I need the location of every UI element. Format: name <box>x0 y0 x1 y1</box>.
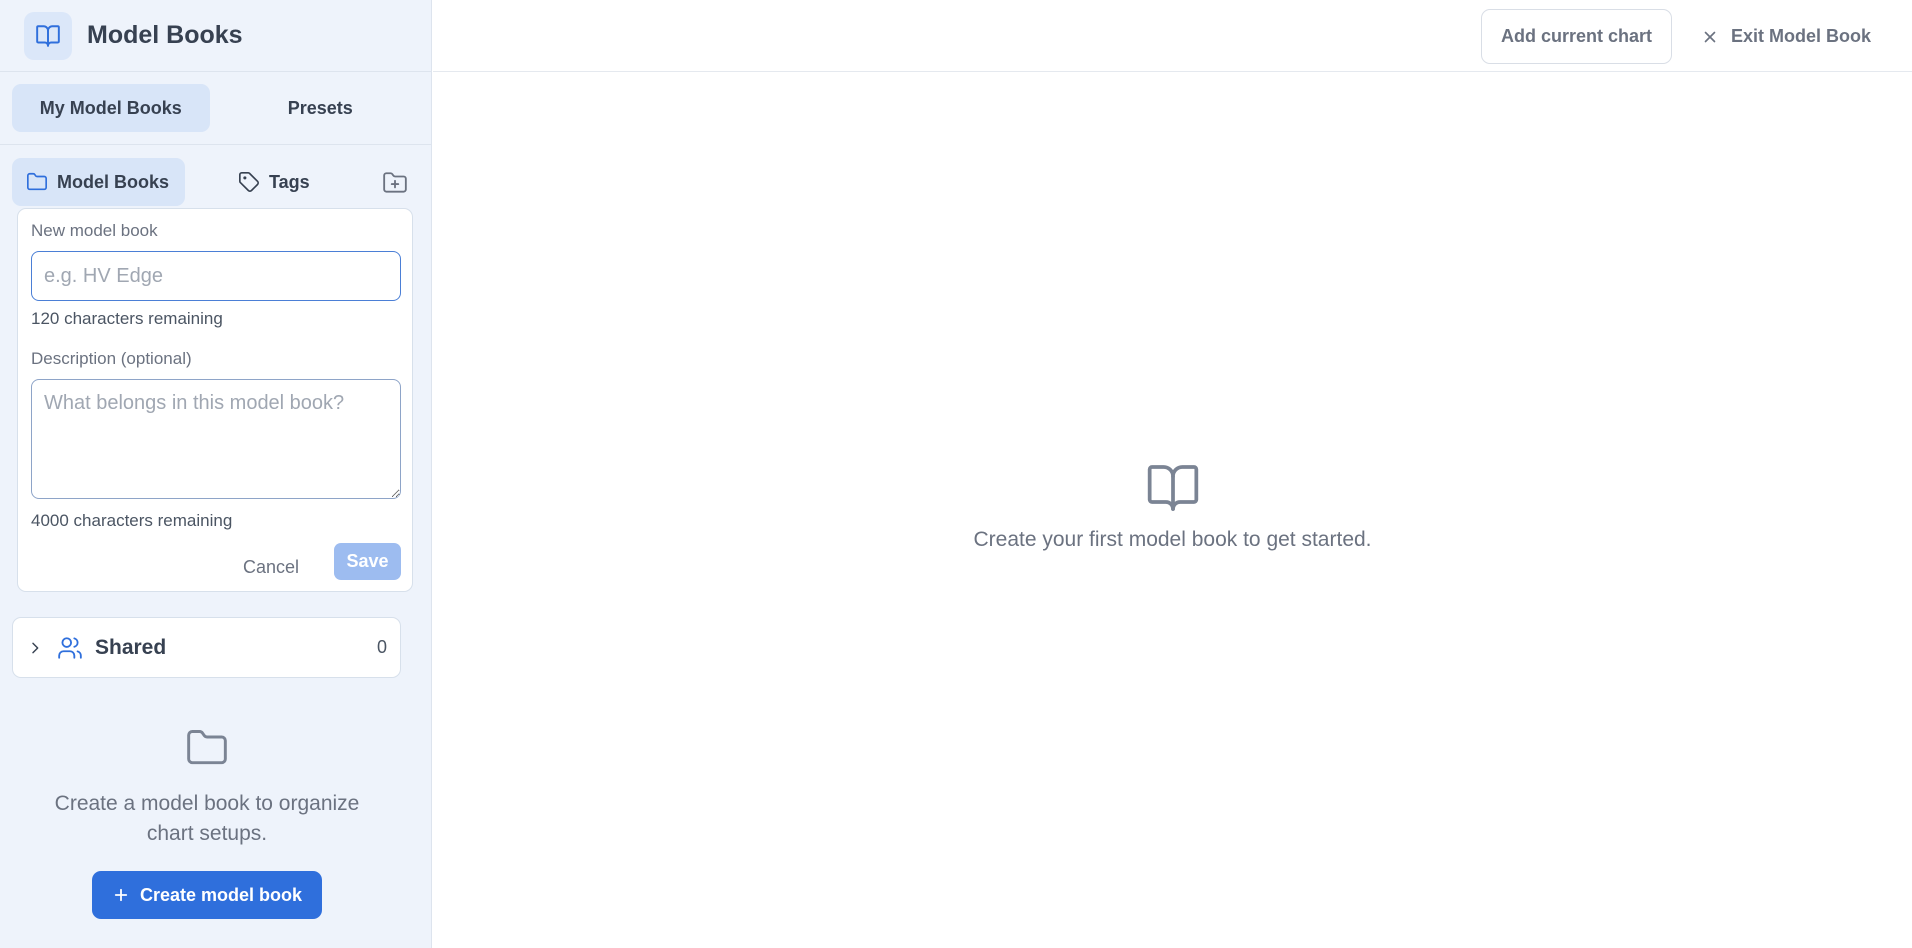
exit-model-book-label: Exit Model Book <box>1731 26 1872 46</box>
name-remaining: 120 characters remaining <box>31 309 223 328</box>
users-icon <box>57 635 83 661</box>
shared-label: Shared <box>95 635 167 659</box>
new-model-book-form: New model book 120 characters remaining … <box>17 208 413 592</box>
tab-presets[interactable]: Presets <box>222 84 420 132</box>
tag-icon <box>239 172 259 192</box>
exit-model-book-button[interactable]: Exit Model Book <box>1701 9 1871 64</box>
tab-my-model-books[interactable]: My Model Books <box>12 84 210 132</box>
main-empty-state: Create your first model book to get star… <box>433 460 1912 552</box>
main-empty-text: Create your first model book to get star… <box>973 528 1372 551</box>
sidebar-header: Model Books <box>0 0 431 72</box>
main-header <box>433 0 1912 72</box>
chevron-right-icon <box>27 640 43 656</box>
folder-plus-icon <box>383 172 407 193</box>
cancel-button[interactable]: Cancel <box>243 549 299 585</box>
new-folder-button[interactable] <box>380 168 410 198</box>
subtab-tags-label: Tags <box>269 171 310 192</box>
sidebar-title: Model Books <box>87 21 243 49</box>
save-button[interactable]: Save <box>334 543 401 580</box>
create-model-book-label: Create model book <box>139 884 303 905</box>
subtab-tags[interactable]: Tags <box>238 158 358 206</box>
shared-count: 0 <box>376 637 387 657</box>
sidebar: Model Books My Model Books Presets Model… <box>0 0 432 948</box>
book-open-icon <box>1147 465 1198 511</box>
model-book-name-input[interactable] <box>31 251 401 301</box>
folder-icon <box>27 172 47 191</box>
sub-tabs: Model Books Tags <box>12 158 420 206</box>
subtab-model-books[interactable]: Model Books <box>12 158 185 206</box>
plus-icon <box>114 888 128 902</box>
folder-icon <box>187 730 227 765</box>
shared-section[interactable]: Shared 0 <box>12 617 401 678</box>
book-open-icon <box>24 11 72 60</box>
create-model-book-button[interactable]: Create model book <box>92 871 322 919</box>
description-label: Description (optional) <box>31 349 192 368</box>
name-label: New model book <box>31 221 158 240</box>
top-tabs: My Model Books Presets <box>0 72 431 145</box>
close-icon <box>1704 31 1716 42</box>
sidebar-empty-text: Create a model book to organize chart se… <box>54 792 360 845</box>
description-remaining: 4000 characters remaining <box>31 511 233 530</box>
sidebar-empty-state: Create a model book to organize chart se… <box>0 726 414 919</box>
description-textarea[interactable] <box>31 379 401 499</box>
add-current-chart-button[interactable]: Add current chart <box>1481 9 1672 64</box>
subtab-model-books-label: Model Books <box>57 171 170 192</box>
